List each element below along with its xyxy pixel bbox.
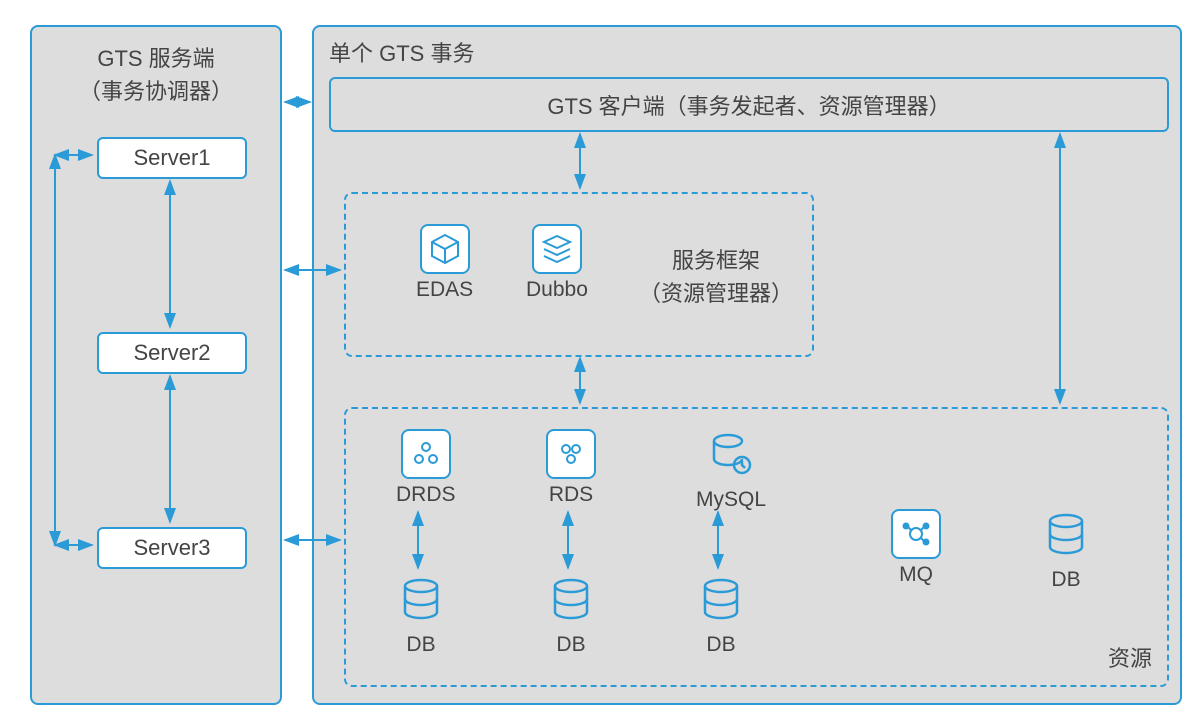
db1-item: DB [396,574,446,657]
framework-title: 服务框架 （资源管理器） [626,244,806,310]
resources-title: 资源 [1108,642,1152,675]
gts-server-title-line1: GTS 服务端 [32,42,280,75]
framework-title-line2: （资源管理器） [626,277,806,310]
rds-icon [546,429,596,479]
db1-label: DB [406,633,435,657]
drds-label: DRDS [396,483,456,507]
edas-label: EDAS [416,278,473,302]
server1-node: Server1 [97,137,247,179]
db3-label: DB [706,633,735,657]
drds-icon [401,429,451,479]
gts-server-title-line2: （事务协调器） [32,75,280,108]
mysql-item: MySQL [696,429,766,512]
db-right-item: DB [1041,509,1091,592]
gts-transaction-title: 单个 GTS 事务 [329,37,474,70]
service-framework-box: EDAS Dubbo 服务框架 （资源管理器） [344,192,814,357]
db-icon-right [1041,509,1091,564]
gts-transaction-panel: 单个 GTS 事务 GTS 客户端（事务发起者、资源管理器） EDAS Dubb… [312,25,1182,705]
mysql-label: MySQL [696,488,766,512]
server3-node: Server3 [97,527,247,569]
dubbo-label: Dubbo [526,278,588,302]
db2-item: DB [546,574,596,657]
framework-title-line1: 服务框架 [626,244,806,277]
layers-icon [532,224,582,274]
db3-item: DB [696,574,746,657]
rds-item: RDS [546,429,596,507]
db-icon-3 [696,574,746,629]
architecture-diagram: GTS 服务端 （事务协调器） Server1 Server2 Server3 … [10,10,1189,713]
gts-server-title: GTS 服务端 （事务协调器） [32,42,280,108]
rds-label: RDS [549,483,593,507]
cube-icon [420,224,470,274]
drds-item: DRDS [396,429,456,507]
gts-server-panel: GTS 服务端 （事务协调器） Server1 Server2 Server3 [30,25,282,705]
mq-label: MQ [899,563,933,587]
resources-box: DRDS RDS MySQL MQ [344,407,1169,687]
db-icon-2 [546,574,596,629]
gts-client-box: GTS 客户端（事务发起者、资源管理器） [329,77,1169,132]
mq-icon [891,509,941,559]
edas-item: EDAS [416,224,473,302]
db2-label: DB [556,633,585,657]
server2-node: Server2 [97,332,247,374]
db-right-label: DB [1051,568,1080,592]
db-icon-1 [396,574,446,629]
mq-item: MQ [891,509,941,587]
mysql-db-icon [706,429,756,484]
dubbo-item: Dubbo [526,224,588,302]
